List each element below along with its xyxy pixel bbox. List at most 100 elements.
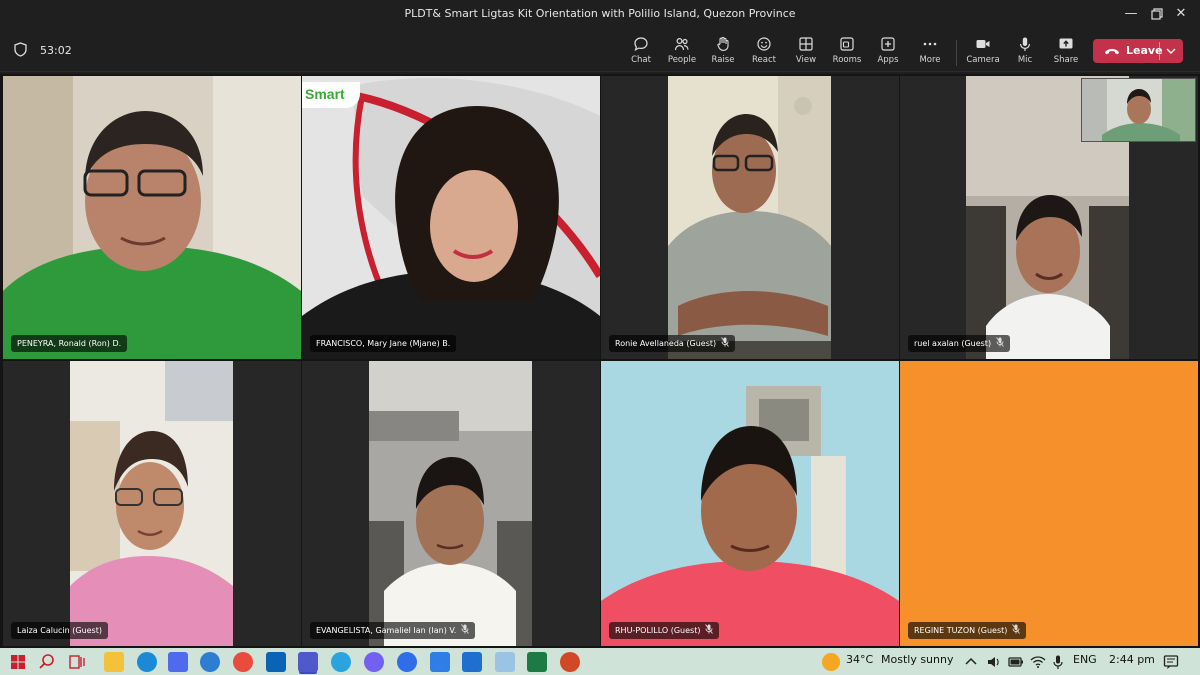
people-label: People [667,55,697,65]
participant-name-tag: REGINE TUZON (Guest) [908,622,1027,639]
participant-tile[interactable]: ruel axalan (Guest) [900,76,1198,359]
weather-temp[interactable]: 34°C [846,653,873,666]
camera-button[interactable]: Camera [962,36,1004,68]
mail-icon[interactable] [462,652,482,672]
mic-label: Mic [1017,55,1033,65]
teams-icon[interactable] [298,652,318,672]
camera-label: Camera [966,55,1000,65]
mic-button[interactable]: Mic [1004,36,1046,68]
file-explorer-icon[interactable] [104,652,124,672]
mic-muted-icon [461,624,470,634]
participant-name-tag: PENEYRA, Ronald (Ron) D. [11,335,128,352]
title-bar: PLDT& Smart Ligtas Kit Orientation with … [0,0,1200,28]
participant-tile[interactable]: REGINE TUZON (Guest) [900,361,1198,646]
more-icon [923,42,937,46]
people-button[interactable]: People [661,36,703,68]
wifi-icon[interactable] [1030,654,1046,670]
excel-icon[interactable] [527,652,547,672]
view-label: View [795,55,817,65]
rooms-icon [840,37,854,51]
apps-label: Apps [877,55,899,65]
participant-tile[interactable]: Laiza Calucin (Guest) [3,361,301,646]
apps-button[interactable]: Apps [867,36,909,68]
raise-label: Raise [711,55,735,65]
participant-name-tag: Ronie Avellaneda (Guest) [609,335,736,352]
react-label: React [752,55,776,65]
window-title: PLDT& Smart Ligtas Kit Orientation with … [404,7,796,20]
ie-icon[interactable] [200,652,220,672]
chrome-icon[interactable] [233,652,253,672]
speaker-icon[interactable] [986,654,1002,670]
participant-tile[interactable]: EVANGELISTA, Gamaliel Ian (Ian) V. [302,361,600,646]
participant-name-tag: Laiza Calucin (Guest) [11,622,108,639]
chat-button[interactable]: Chat [620,36,662,68]
microphone-tray-icon[interactable] [1050,654,1066,670]
chevron-down-icon[interactable] [1164,44,1178,58]
view-button[interactable]: View [785,36,827,68]
react-button[interactable]: React [743,36,785,68]
weather-text[interactable]: Mostly sunny [881,653,953,666]
powerpoint-icon[interactable] [560,652,580,672]
leave-label: Leave [1126,44,1163,57]
clock[interactable]: 2:44 pm [1109,653,1155,666]
mic-muted-icon [1012,624,1021,634]
camera-icon [976,40,990,48]
participant-name: FRANCISCO, Mary Jane (Mjane) B. [316,339,451,348]
notifications-icon[interactable] [1163,654,1179,670]
store-icon[interactable] [168,652,188,672]
raise-hand-button[interactable]: Raise [702,36,744,68]
participant-name-tag: ruel axalan (Guest) [908,335,1011,352]
share-label: Share [1053,55,1079,65]
participant-tile[interactable]: RHU-POLILLO (Guest) [601,361,899,646]
smart-logo: Smart [302,82,360,108]
participant-name-tag: RHU-POLILLO (Guest) [609,622,720,639]
leave-button[interactable]: Leave [1093,39,1183,63]
search-icon[interactable] [37,652,57,672]
participant-tile[interactable]: Smart FRANCISCO, Mary Jane (Mjane) B. [302,76,600,359]
meeting-timer: 53:02 [40,44,72,57]
chevron-up-icon[interactable] [964,655,978,669]
outlook-icon[interactable] [266,652,286,672]
participant-tile[interactable]: Ronie Avellaneda (Guest) [601,76,899,359]
chat-icon [634,37,648,51]
notepad-icon[interactable] [495,652,515,672]
self-view[interactable] [1081,78,1196,142]
share-button[interactable]: Share [1045,36,1087,68]
weather-icon [822,653,840,671]
messenger-icon[interactable] [397,652,417,672]
task-view-icon[interactable] [67,652,87,672]
leave-divider [1159,42,1160,60]
participant-name: Laiza Calucin (Guest) [17,626,102,635]
close-icon[interactable]: ✕ [1158,0,1200,28]
hang-up-icon [1105,49,1119,55]
apps-icon [881,37,895,51]
smart-logo-text: Smart [305,86,345,102]
participant-video [369,361,532,646]
battery-icon[interactable] [1008,654,1024,670]
toolbar-divider [956,40,957,66]
viber-icon[interactable] [364,652,384,672]
more-button[interactable]: More [909,36,951,68]
participant-name: EVANGELISTA, Gamaliel Ian (Ian) V. [316,626,457,635]
edge-icon[interactable] [137,652,157,672]
mic-muted-icon [996,337,1004,347]
mic-muted-icon [705,624,714,634]
participant-video [668,76,831,359]
mic-icon [1020,37,1030,51]
mic-muted-icon [721,337,729,347]
todo-icon[interactable] [430,652,450,672]
participant-name: PENEYRA, Ronald (Ron) D. [17,339,122,348]
telegram-icon[interactable] [331,652,351,672]
people-icon [674,37,689,51]
video-grid: PENEYRA, Ronald (Ron) D. Smart FRANCISCO… [0,74,1200,648]
start-icon[interactable] [8,652,28,672]
language-indicator[interactable]: ENG [1073,653,1097,666]
rooms-button[interactable]: Rooms [826,36,868,68]
participant-name-tag: EVANGELISTA, Gamaliel Ian (Ian) V. [310,622,476,639]
rooms-label: Rooms [832,55,862,65]
participant-video: Smart [302,76,600,359]
participant-name: ruel axalan (Guest) [914,339,992,348]
participant-tile[interactable]: PENEYRA, Ronald (Ron) D. [3,76,301,359]
share-icon [1059,38,1073,49]
more-label: More [919,55,941,65]
